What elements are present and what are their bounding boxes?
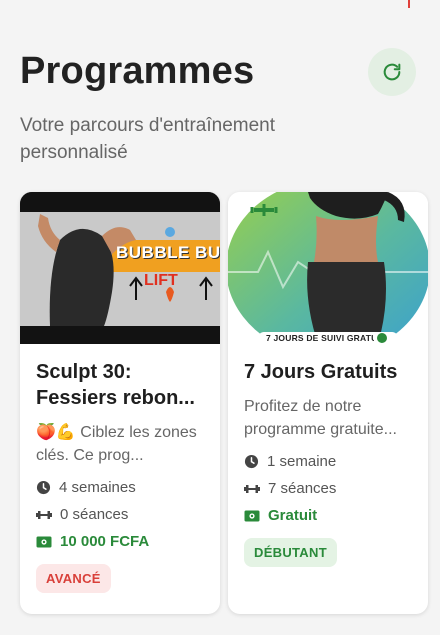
thumbnail-title: BUBBLE BUTT [116,243,220,262]
refresh-icon [383,63,401,81]
money-icon [36,536,52,547]
program-thumbnail: 7 JOURS DE SUIVI GRATUIT [228,192,428,344]
page-header: Programmes Votre parcours d'entraînement… [20,48,420,166]
program-list: BUBBLE BUTT LIFT Sculpt 30: Fessiers reb… [20,192,440,622]
programmes-screen: Programmes Votre parcours d'entraînement… [0,0,440,635]
program-thumbnail: BUBBLE BUTT LIFT [20,192,220,344]
level-badge: AVANCÉ [36,564,111,593]
refresh-button[interactable] [368,48,416,96]
thumbnail-image [228,192,428,344]
status-indicator [408,0,410,8]
program-sessions: 0 séances [36,506,204,523]
program-description: Profitez de notre programme gratuite... [244,398,397,438]
sessions-label: 0 séances [60,506,129,523]
duration-label: 4 semaines [59,479,136,496]
program-duration: 4 semaines [36,479,204,496]
program-card-sculpt30[interactable]: BUBBLE BUTT LIFT Sculpt 30: Fessiers reb… [20,192,220,614]
page-title: Programmes [20,50,255,92]
sessions-label: 7 séances [268,480,337,497]
thumbnail-subtitle: LIFT [144,272,178,289]
program-title: Sculpt 30: Fessiers rebon... [36,361,195,409]
program-duration: 1 semaine [244,453,412,470]
level-badge: DÉBUTANT [244,538,337,567]
program-price: 10 000 FCFA [36,533,204,550]
price-label: Gratuit [268,507,318,524]
duration-label: 1 semaine [267,453,337,470]
clock-icon [244,454,259,469]
thumbnail-caption: 7 JOURS DE SUIVI GRATUIT [266,333,374,343]
dumbbell-icon [36,510,52,519]
program-card-7-jours[interactable]: 7 JOURS DE SUIVI GRATUIT 7 Jours Gratuit… [228,192,428,614]
dumbbell-icon [244,484,260,493]
program-sessions: 7 séances [244,480,412,497]
money-icon [244,510,260,521]
thumbnail-image [20,192,220,344]
clock-icon [36,480,51,495]
program-description: 🍑💪 Ciblez les zones clés. Ce prog... [36,424,197,464]
program-title: 7 Jours Gratuits [244,361,398,383]
price-label: 10 000 FCFA [60,533,150,550]
page-subtitle: Votre parcours d'entraînement personnali… [20,115,275,163]
program-price: Gratuit [244,507,412,524]
